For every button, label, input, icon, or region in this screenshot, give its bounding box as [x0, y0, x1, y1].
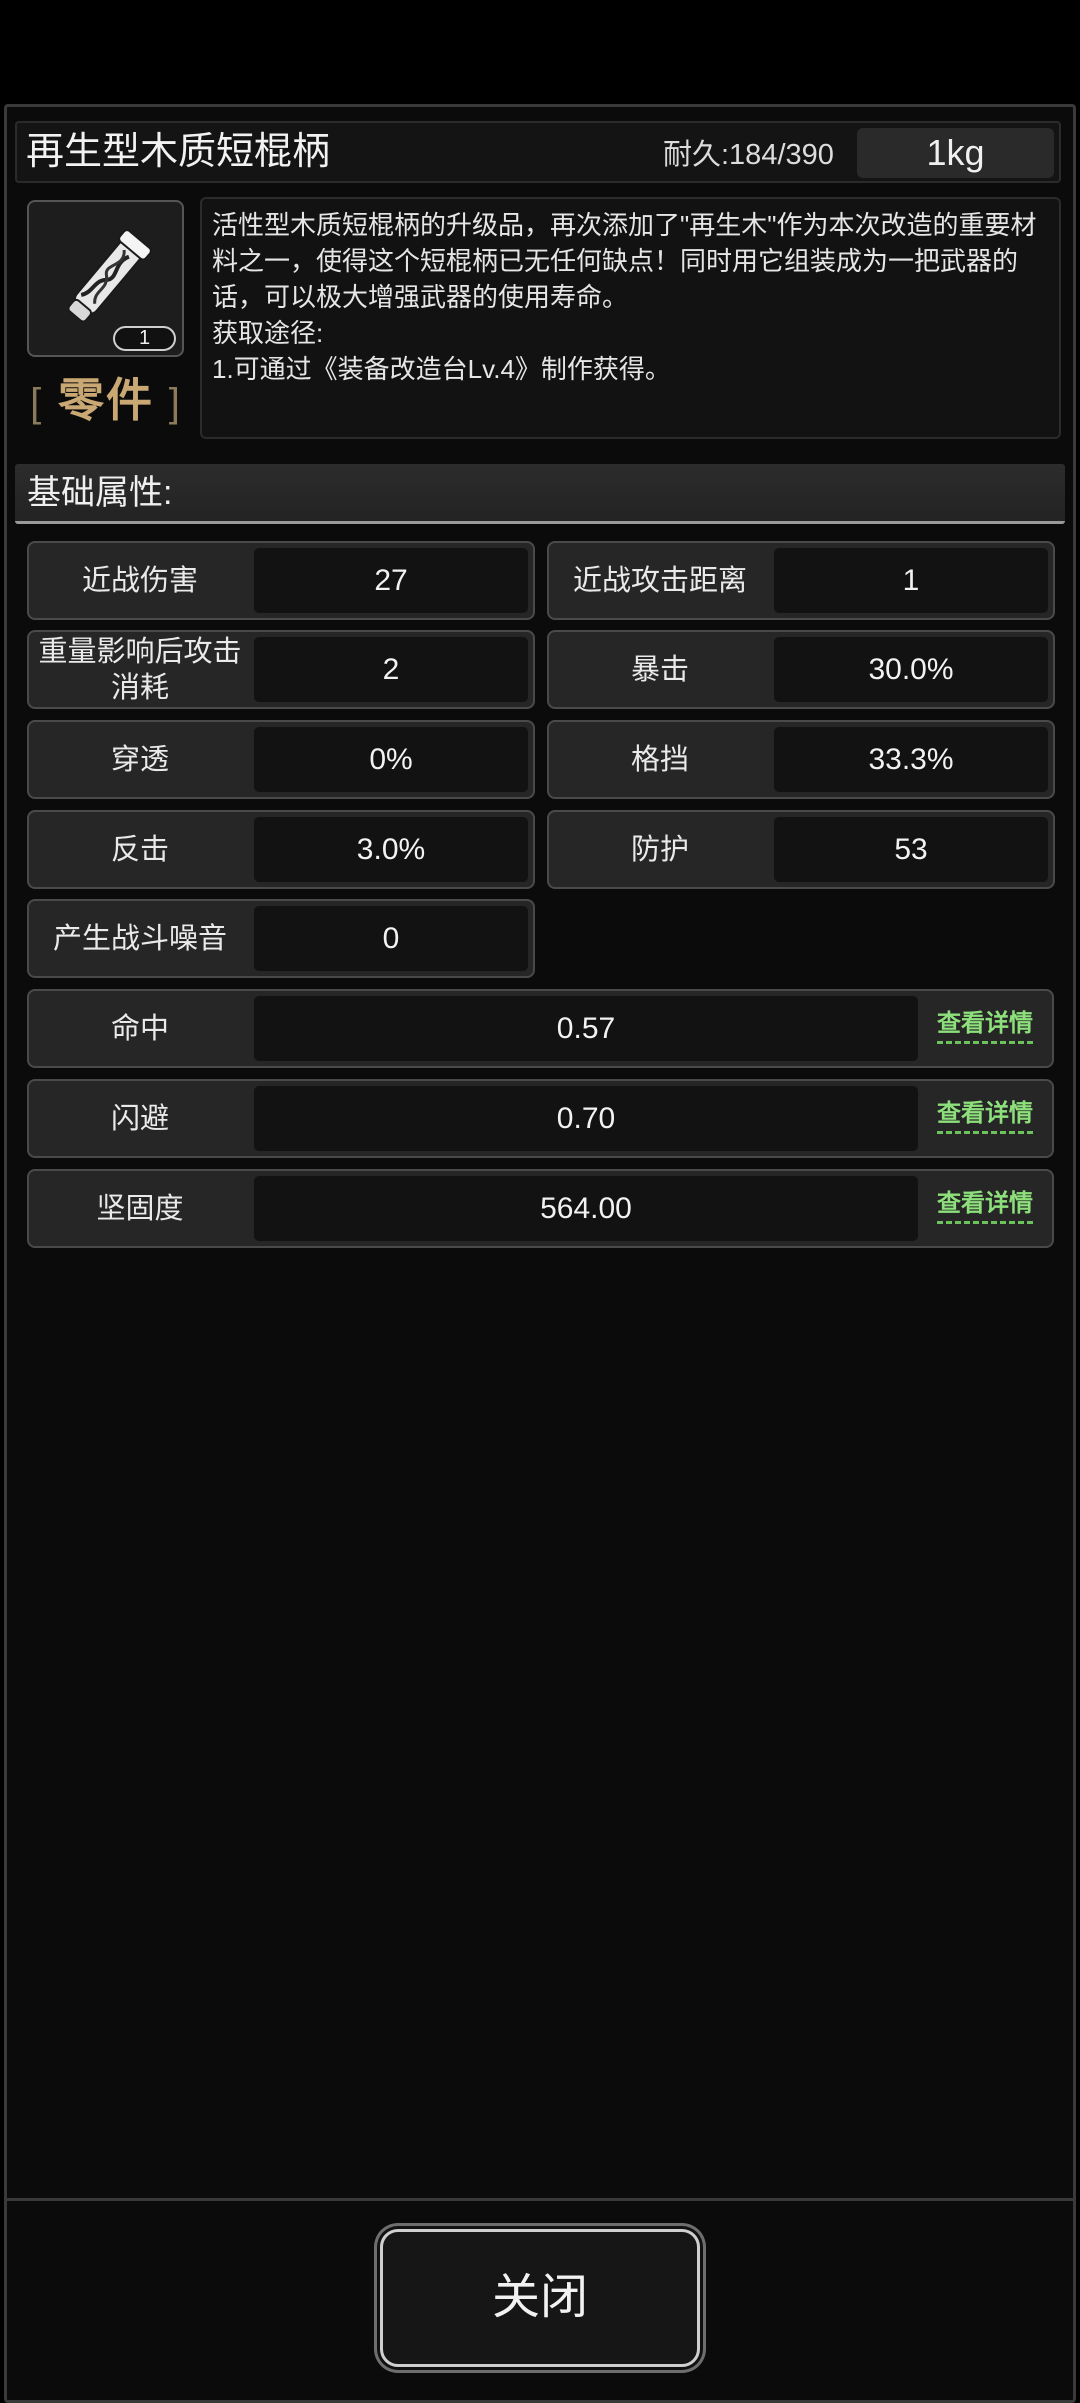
category-tag: [ 零件 ]: [26, 370, 186, 430]
stat-melee-range: 近战攻击距离 1: [547, 541, 1055, 620]
stat-label: 格挡: [630, 743, 689, 776]
stat-value: 1: [774, 548, 1048, 613]
stat-protection: 防护 53: [547, 810, 1055, 889]
description-box: 活性型木质短棍柄的升级品，再次添加了"再生木"作为本次改造的重要材料之一，使得这…: [200, 197, 1061, 439]
category-label: 零件: [58, 374, 154, 426]
stat-label: 近战攻击距离: [572, 564, 747, 597]
stat-weighted-attack-cost: 重量影响后攻击消耗 2: [27, 630, 535, 709]
category-right-bracket: ]: [168, 381, 182, 425]
stat-penetration: 穿透 0%: [27, 720, 535, 799]
item-name: 再生型木质短棍柄: [26, 131, 331, 173]
wooden-handle-icon: [67, 229, 152, 323]
view-details-link-dodge[interactable]: 查看详情: [937, 1099, 1033, 1134]
stat-label: 暴击: [630, 653, 689, 686]
stat-value: 30.0%: [774, 637, 1048, 702]
stat-label: 防护: [630, 833, 689, 866]
stat-label: 坚固度: [96, 1192, 184, 1225]
category-left-bracket: [: [30, 381, 44, 425]
stat-value: 564.00: [254, 1176, 918, 1241]
stat-combat-noise: 产生战斗噪音 0: [27, 899, 535, 978]
stat-label: 近战伤害: [81, 564, 198, 597]
stat-counterattack: 反击 3.0%: [27, 810, 535, 889]
item-description: 活性型木质短棍柄的升级品，再次添加了"再生木"作为本次改造的重要材料之一，使得这…: [212, 210, 1037, 384]
durability-text: 耐久:184/390: [663, 139, 834, 171]
stat-block: 格挡 33.3%: [547, 720, 1055, 799]
stat-label: 重量影响后攻击消耗: [38, 635, 242, 704]
stat-value: 0%: [254, 727, 528, 792]
stat-dodge: 闪避 0.70 查看详情: [27, 1079, 1054, 1158]
stat-value: 0.70: [254, 1086, 918, 1151]
stat-value: 3.0%: [254, 817, 528, 882]
footer-divider: [4, 2198, 1076, 2201]
stat-label: 闪避: [110, 1102, 169, 1135]
stat-label: 产生战斗噪音: [52, 922, 227, 955]
stat-label: 命中: [110, 1012, 169, 1045]
stat-hit: 命中 0.57 查看详情: [27, 989, 1054, 1068]
close-button[interactable]: 关闭: [380, 2229, 700, 2367]
section-header-basic-attributes: 基础属性:: [15, 464, 1065, 524]
stat-sturdiness: 坚固度 564.00 查看详情: [27, 1169, 1054, 1248]
item-detail-panel: [4, 104, 1076, 2403]
stat-critical: 暴击 30.0%: [547, 630, 1055, 709]
view-details-link-hit[interactable]: 查看详情: [937, 1009, 1033, 1044]
stat-melee-damage: 近战伤害 27: [27, 541, 535, 620]
stat-value: 27: [254, 548, 528, 613]
stat-value: 0: [254, 906, 528, 971]
stat-value: 33.3%: [774, 727, 1048, 792]
stat-value: 53: [774, 817, 1048, 882]
weight-badge: 1kg: [857, 128, 1054, 178]
view-details-link-sturdiness[interactable]: 查看详情: [937, 1189, 1033, 1224]
item-count-badge: 1: [113, 326, 176, 351]
stat-label: 反击: [110, 833, 169, 866]
stat-value: 2: [254, 637, 528, 702]
stat-value: 0.57: [254, 996, 918, 1061]
stat-label: 穿透: [110, 743, 169, 776]
